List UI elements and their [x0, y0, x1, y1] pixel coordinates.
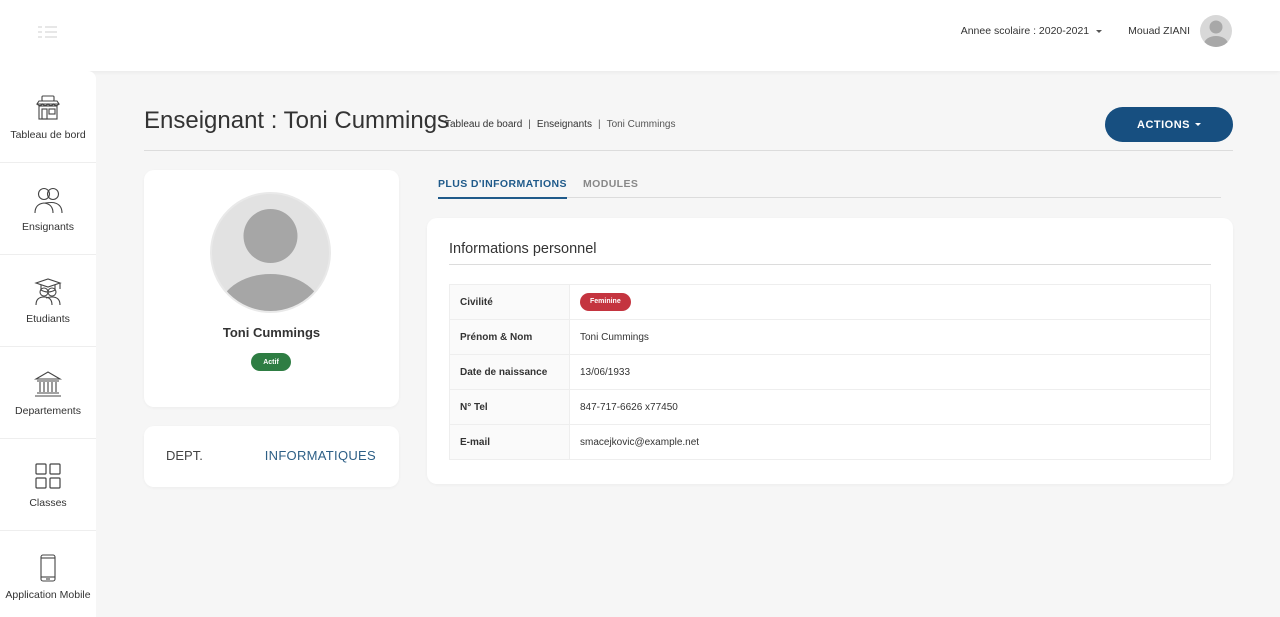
- bank-building-icon: [33, 370, 63, 397]
- teachers-icon: [34, 187, 63, 213]
- profile-card: Toni Cummings Actif: [144, 170, 399, 407]
- breadcrumb-item-current: Toni Cummings: [606, 119, 676, 130]
- sidebar-item-label: Etudiants: [26, 312, 70, 325]
- sidebar-item-label: Tableau de bord: [10, 128, 86, 141]
- profile-name: Toni Cummings: [222, 325, 321, 340]
- top-bar: Annee scolaire : 2020-2021 Mouad ZIANI: [0, 0, 1280, 71]
- row-value: Toni Cummings: [569, 319, 1211, 355]
- row-value: Feminine: [569, 284, 1211, 320]
- top-right-area: Annee scolaire : 2020-2021 Mouad ZIANI: [961, 15, 1232, 47]
- row-value: 847-717-6626 x77450: [569, 389, 1211, 425]
- breadcrumb-item-teachers[interactable]: Enseignants: [537, 119, 592, 130]
- dashboard-shop-icon: [35, 94, 61, 120]
- tab-more-info[interactable]: PLUS D'INFORMATIONS: [438, 178, 567, 199]
- students-icon: [34, 277, 62, 305]
- row-value: 13/06/1933: [569, 354, 1211, 390]
- actions-button[interactable]: ACTIONS: [1105, 107, 1233, 142]
- gender-badge: Feminine: [580, 293, 631, 311]
- sidebar-item-label: Classes: [29, 496, 67, 509]
- row-label: E-mail: [449, 424, 570, 460]
- section-divider: [449, 264, 1211, 265]
- tabs: PLUS D'INFORMATIONS MODULES: [438, 170, 1221, 199]
- table-row: Date de naissance 13/06/1933: [449, 354, 1211, 390]
- department-label: DEPT.: [166, 448, 203, 463]
- status-badge: Actif: [251, 353, 291, 371]
- mobile-phone-icon: [40, 554, 56, 582]
- sidebar-item-label: Application Mobile: [5, 589, 91, 601]
- header-divider: [144, 150, 1233, 151]
- breadcrumb-separator: |: [597, 119, 601, 130]
- chevron-down-icon: [1096, 29, 1103, 33]
- row-label: Civilité: [449, 284, 570, 320]
- tab-modules[interactable]: MODULES: [583, 178, 638, 190]
- info-table: Civilité Feminine Prénom & Nom Toni Cumm…: [449, 284, 1211, 460]
- section-title: Informations personnel: [449, 241, 597, 257]
- school-year-label: Annee scolaire : 2020-2021: [960, 25, 1090, 37]
- table-row: E-mail smacejkovic@example.net: [449, 424, 1211, 460]
- sidebar-item-label: Ensignants: [22, 220, 74, 233]
- chevron-down-icon: [1195, 123, 1201, 126]
- department-card: DEPT. INFORMATIQUES: [144, 426, 399, 487]
- sidebar-item-students[interactable]: Etudiants: [0, 255, 96, 347]
- row-label: N° Tel: [449, 389, 570, 425]
- row-label: Prénom & Nom: [449, 319, 570, 355]
- school-year-dropdown[interactable]: Annee scolaire : 2020-2021: [960, 25, 1103, 37]
- list-toggle-icon[interactable]: [38, 25, 58, 39]
- breadcrumb-item-dashboard[interactable]: Tableau de board: [445, 119, 522, 130]
- grid-icon: [35, 462, 61, 489]
- avatar[interactable]: [1200, 15, 1232, 47]
- actions-button-label: ACTIONS: [1137, 118, 1190, 131]
- row-value: smacejkovic@example.net: [569, 424, 1211, 460]
- table-row: Prénom & Nom Toni Cummings: [449, 319, 1211, 355]
- department-value[interactable]: INFORMATIQUES: [265, 448, 376, 463]
- user-name[interactable]: Mouad ZIANI: [1128, 25, 1190, 37]
- sidebar: Tableau de bord Ensignants Etudiants Dep…: [0, 71, 96, 617]
- breadcrumb: Tableau de board | Enseignants | Toni Cummin…: [445, 119, 675, 130]
- row-label: Date de naissance: [449, 354, 570, 390]
- sidebar-item-dashboard[interactable]: Tableau de bord: [0, 71, 96, 163]
- sidebar-item-teachers[interactable]: Ensignants: [0, 163, 96, 255]
- sidebar-item-mobile-app[interactable]: Application Mobile: [0, 531, 96, 617]
- sidebar-item-departments[interactable]: Departements: [0, 347, 96, 439]
- sidebar-item-label: Departements: [15, 404, 81, 417]
- breadcrumb-separator: |: [528, 119, 531, 130]
- page-title: Enseignant : Toni Cummings: [144, 107, 450, 134]
- table-row: Civilité Feminine: [449, 284, 1211, 320]
- personal-info-card: Informations personnel Civilité Feminine…: [427, 218, 1233, 484]
- table-row: N° Tel 847-717-6626 x77450: [449, 389, 1211, 425]
- sidebar-item-classes[interactable]: Classes: [0, 439, 96, 531]
- avatar: [210, 192, 331, 313]
